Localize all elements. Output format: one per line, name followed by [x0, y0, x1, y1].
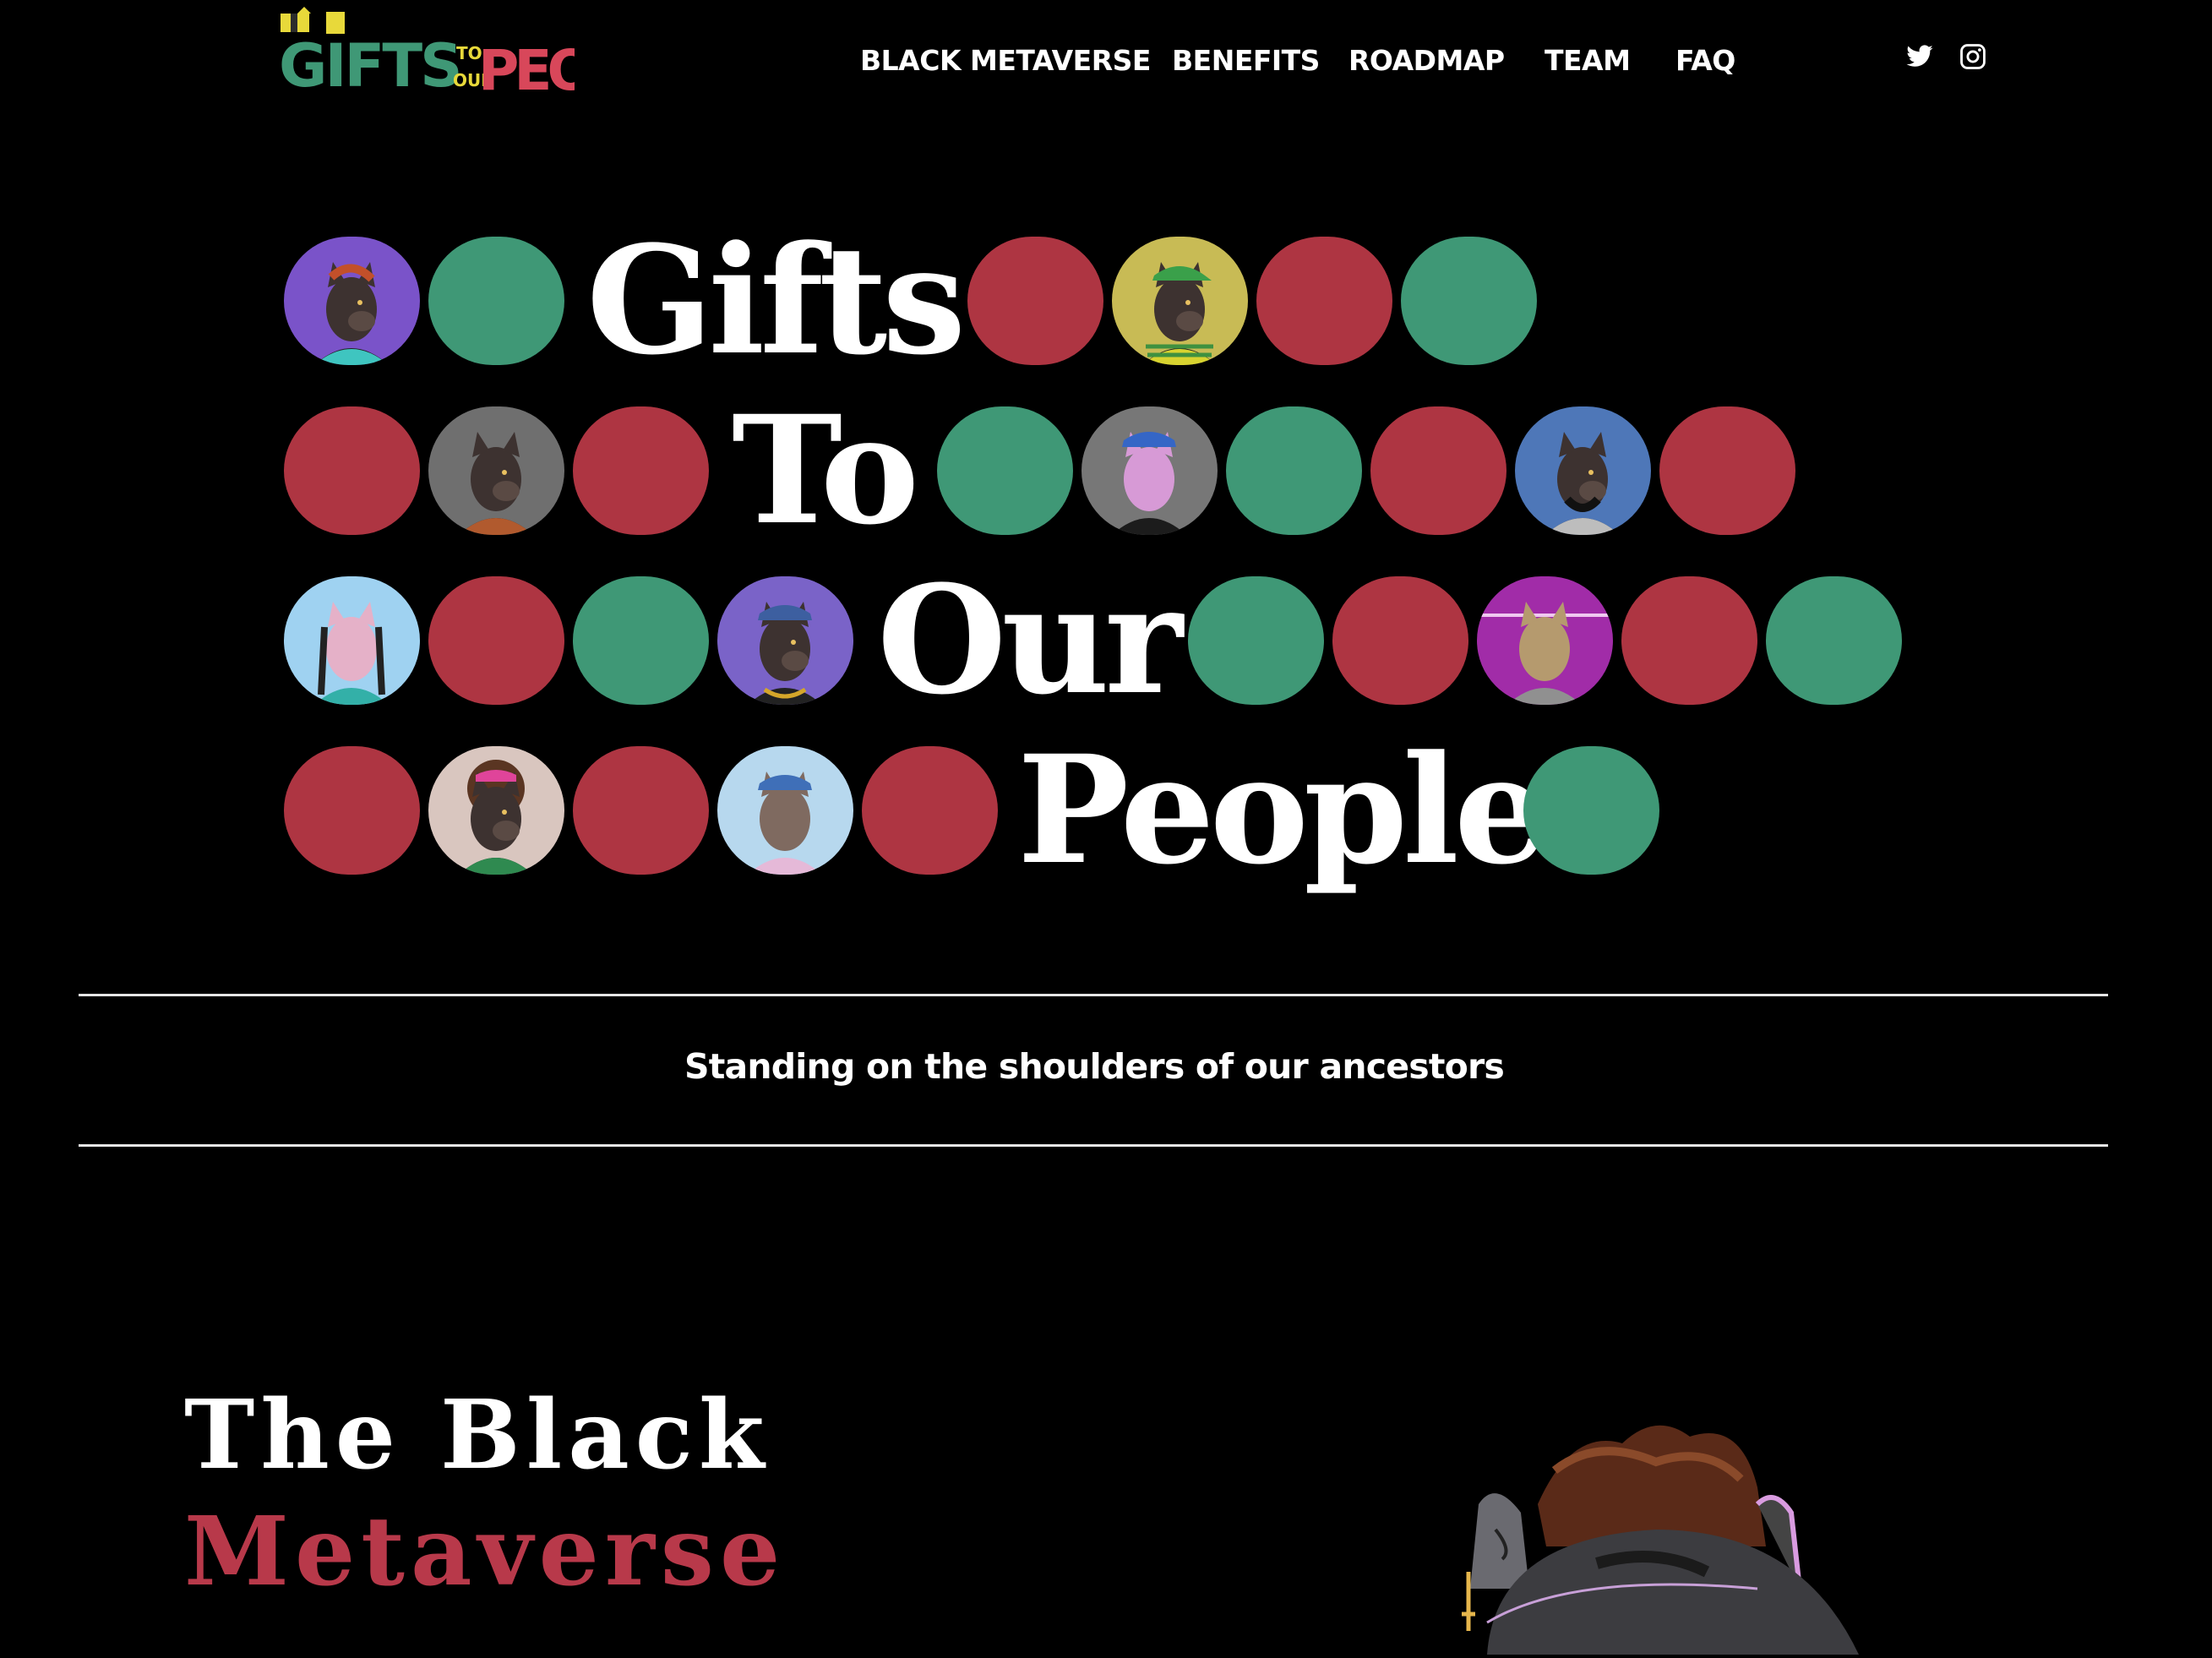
nav-team[interactable]: TEAM [1545, 44, 1631, 77]
avatar-dot [1112, 237, 1248, 365]
green-dot [573, 576, 709, 705]
section-title-line2: Metaverse [184, 1497, 787, 1607]
red-dot [284, 406, 420, 535]
red-dot [862, 746, 998, 875]
avatar-dot [428, 406, 564, 535]
section-title-line1: The Black [184, 1380, 771, 1491]
hero-word-to: To [732, 383, 919, 558]
nav-benefits[interactable]: BENEFITS [1172, 44, 1320, 77]
avatar-dot [428, 746, 564, 875]
green-dot [937, 406, 1073, 535]
gifts-to-our-people-logo[interactable]: GIFTS TO OUR PEOPLE [279, 5, 695, 103]
svg-text:PEOPLE: PEOPLE [478, 38, 575, 98]
panther-illustration [1403, 1403, 1876, 1655]
svg-text:GIFTS: GIFTS [279, 31, 460, 98]
avatar-dot [284, 237, 420, 365]
green-dot [1766, 576, 1902, 705]
hero-word-gifts: Gifts [586, 213, 966, 388]
red-dot [1256, 237, 1392, 365]
green-dot [428, 237, 564, 365]
avatar-dot [284, 576, 420, 705]
red-dot [1621, 576, 1757, 705]
hero-word-people: People [1017, 723, 1549, 897]
nav-roadmap[interactable]: ROADMAP [1348, 44, 1505, 77]
green-dot [1188, 576, 1324, 705]
avatar-dot [1515, 406, 1651, 535]
avatar-dot [717, 576, 853, 705]
avatar-dot [1477, 576, 1613, 705]
red-dot [573, 406, 709, 535]
tagline: Standing on the shoulders of our ancesto… [684, 1046, 1505, 1087]
green-dot [1226, 406, 1362, 535]
red-dot [573, 746, 709, 875]
green-dot [1523, 746, 1659, 875]
red-dot [1370, 406, 1506, 535]
red-dot [967, 237, 1103, 365]
twitter-icon[interactable] [1905, 42, 1934, 71]
avatar-dot [717, 746, 853, 875]
instagram-icon[interactable] [1959, 42, 1987, 71]
divider [79, 994, 2108, 996]
nav-faq[interactable]: FAQ [1675, 44, 1735, 77]
hero-word-our: Our [877, 553, 1183, 728]
nav-black-metaverse[interactable]: BLACK METAVERSE [860, 44, 1151, 77]
avatar-dot [1081, 406, 1218, 535]
green-dot [1401, 237, 1537, 365]
divider [79, 1144, 2108, 1147]
red-dot [284, 746, 420, 875]
red-dot [1332, 576, 1468, 705]
red-dot [1659, 406, 1795, 535]
red-dot [428, 576, 564, 705]
